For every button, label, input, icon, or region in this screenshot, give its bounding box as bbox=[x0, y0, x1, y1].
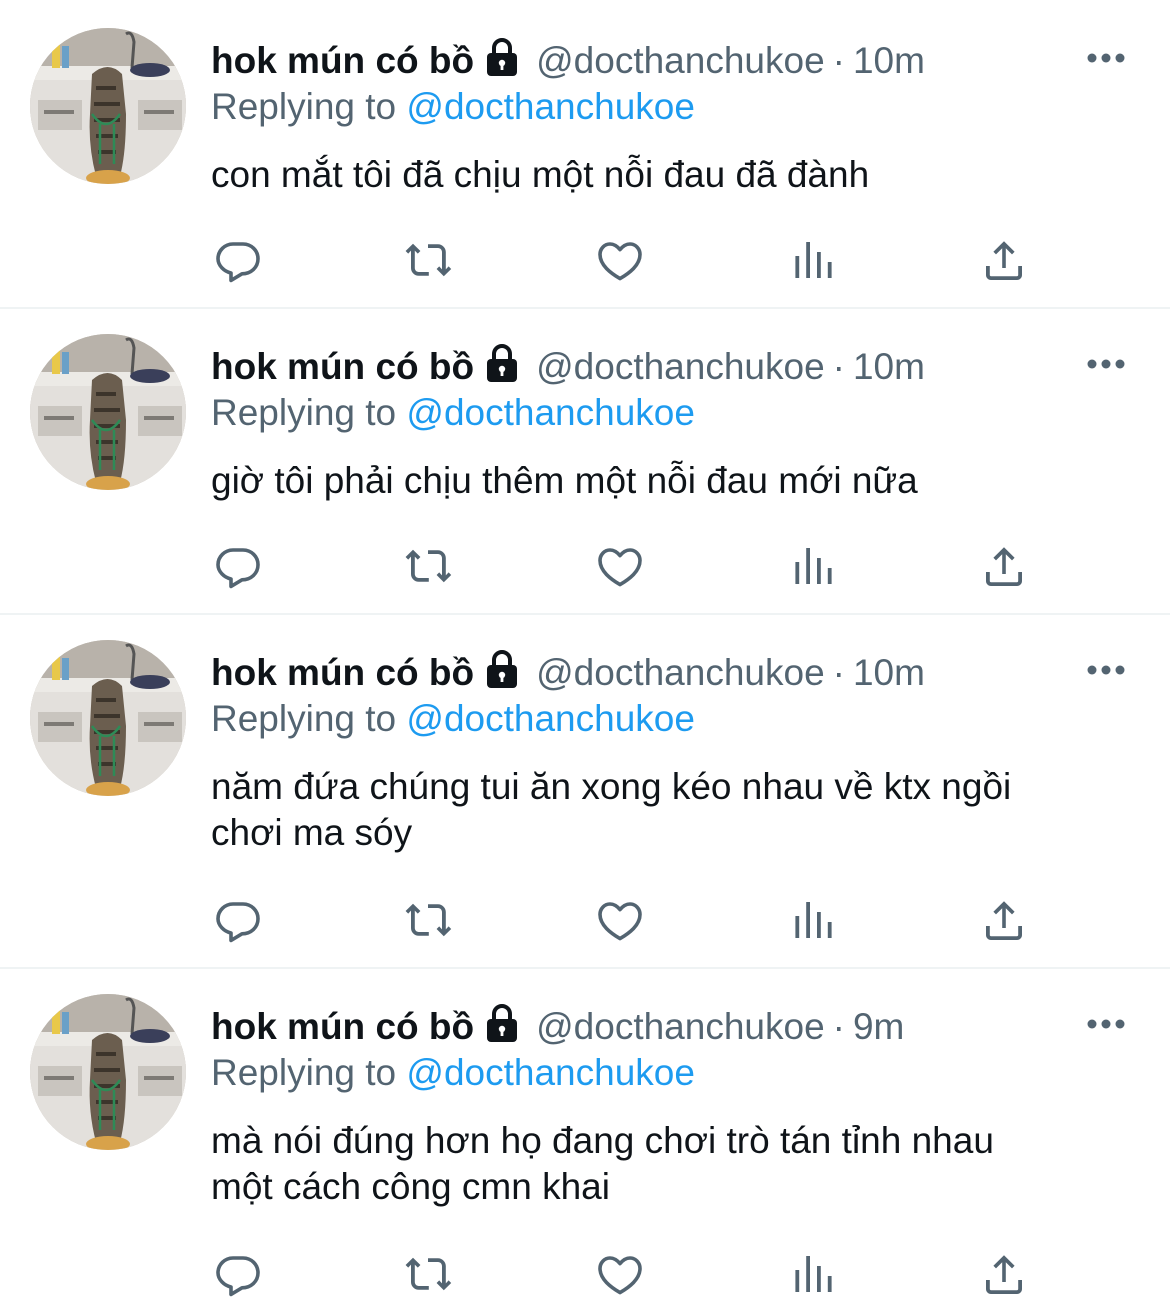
tweet-text-line: năm đứa chúng tui ăn xong kéo nhau về kt… bbox=[211, 766, 1012, 807]
divider bbox=[0, 613, 1170, 615]
replying-to: Replying to @docthanchukoe bbox=[211, 698, 695, 748]
replying-prefix: Replying to bbox=[211, 1052, 397, 1093]
like-icon[interactable] bbox=[596, 542, 644, 590]
retweet-icon[interactable] bbox=[404, 896, 452, 944]
tweet[interactable]: hok mún có bồ @docthanchukoe · 10m Reply… bbox=[0, 640, 1170, 966]
lock-icon bbox=[484, 650, 520, 690]
lock-icon bbox=[484, 1004, 520, 1044]
avatar[interactable] bbox=[30, 994, 186, 1150]
tweet-text-line: con mắt tôi đã chịu một nỗi đau đã đành bbox=[211, 154, 870, 195]
display-name[interactable]: hok mún có bồ bbox=[211, 652, 474, 694]
share-icon[interactable] bbox=[980, 236, 1028, 284]
like-icon[interactable] bbox=[596, 896, 644, 944]
more-icon[interactable] bbox=[1086, 354, 1126, 374]
timestamp[interactable]: 10m bbox=[853, 346, 925, 388]
divider bbox=[0, 967, 1170, 969]
avatar[interactable] bbox=[30, 28, 186, 184]
tweet-text-line: mà nói đúng hơn họ đang chơi trò tán tỉn… bbox=[211, 1120, 994, 1161]
more-icon[interactable] bbox=[1086, 48, 1126, 68]
reply-icon[interactable] bbox=[214, 1250, 262, 1298]
views-icon[interactable] bbox=[789, 896, 837, 944]
tweet-text: giờ tôi phải chịu thêm một nỗi đau mới n… bbox=[211, 458, 1131, 504]
views-icon[interactable] bbox=[789, 236, 837, 284]
lock-icon bbox=[484, 38, 520, 78]
tweet[interactable]: hok mún có bồ @docthanchukoe · 10m Reply… bbox=[0, 334, 1170, 612]
tweet-header: hok mún có bồ @docthanchukoe · 10m bbox=[211, 36, 925, 86]
display-name[interactable]: hok mún có bồ bbox=[211, 1006, 474, 1048]
timestamp[interactable]: 9m bbox=[853, 1006, 904, 1048]
replying-to: Replying to @docthanchukoe bbox=[211, 86, 695, 136]
action-bar bbox=[0, 542, 1170, 592]
share-icon[interactable] bbox=[980, 1250, 1028, 1298]
retweet-icon[interactable] bbox=[404, 1250, 452, 1298]
like-icon[interactable] bbox=[596, 236, 644, 284]
separator-dot: · bbox=[832, 346, 845, 387]
more-icon[interactable] bbox=[1086, 1014, 1126, 1034]
tweet-text: con mắt tôi đã chịu một nỗi đau đã đành bbox=[211, 152, 1131, 198]
mention-link[interactable]: @docthanchukoe bbox=[406, 1052, 695, 1093]
tweet-text: năm đứa chúng tui ăn xong kéo nhau về kt… bbox=[211, 764, 1131, 856]
separator-dot: · bbox=[832, 652, 845, 693]
share-icon[interactable] bbox=[980, 542, 1028, 590]
mention-link[interactable]: @docthanchukoe bbox=[406, 698, 695, 739]
replying-to: Replying to @docthanchukoe bbox=[211, 1052, 695, 1102]
reply-icon[interactable] bbox=[214, 896, 262, 944]
divider bbox=[0, 307, 1170, 309]
mention-link[interactable]: @docthanchukoe bbox=[406, 392, 695, 433]
tweet[interactable]: hok mún có bồ @docthanchukoe · 10m Reply… bbox=[0, 28, 1170, 306]
tweet-text-line: một cách công cmn khai bbox=[211, 1166, 610, 1207]
tweet-header: hok mún có bồ @docthanchukoe · 9m bbox=[211, 1002, 904, 1052]
replying-prefix: Replying to bbox=[211, 86, 397, 127]
user-handle[interactable]: @docthanchukoe bbox=[536, 40, 825, 82]
action-bar bbox=[0, 1250, 1170, 1300]
tweet-header: hok mún có bồ @docthanchukoe · 10m bbox=[211, 342, 925, 392]
tweet[interactable]: hok mún có bồ @docthanchukoe · 9m Replyi… bbox=[0, 994, 1170, 1308]
tweet-text-line: giờ tôi phải chịu thêm một nỗi đau mới n… bbox=[211, 460, 918, 501]
replying-prefix: Replying to bbox=[211, 392, 397, 433]
views-icon[interactable] bbox=[789, 1250, 837, 1298]
display-name[interactable]: hok mún có bồ bbox=[211, 40, 474, 82]
replying-to: Replying to @docthanchukoe bbox=[211, 392, 695, 442]
views-icon[interactable] bbox=[789, 542, 837, 590]
timestamp[interactable]: 10m bbox=[853, 652, 925, 694]
retweet-icon[interactable] bbox=[404, 542, 452, 590]
display-name[interactable]: hok mún có bồ bbox=[211, 346, 474, 388]
lock-icon bbox=[484, 344, 520, 384]
tweet-header: hok mún có bồ @docthanchukoe · 10m bbox=[211, 648, 925, 698]
reply-icon[interactable] bbox=[214, 236, 262, 284]
action-bar bbox=[0, 896, 1170, 946]
user-handle[interactable]: @docthanchukoe bbox=[536, 1006, 825, 1048]
avatar[interactable] bbox=[30, 640, 186, 796]
more-icon[interactable] bbox=[1086, 660, 1126, 680]
timestamp[interactable]: 10m bbox=[853, 40, 925, 82]
share-icon[interactable] bbox=[980, 896, 1028, 944]
retweet-icon[interactable] bbox=[404, 236, 452, 284]
reply-icon[interactable] bbox=[214, 542, 262, 590]
avatar[interactable] bbox=[30, 334, 186, 490]
user-handle[interactable]: @docthanchukoe bbox=[536, 652, 825, 694]
mention-link[interactable]: @docthanchukoe bbox=[406, 86, 695, 127]
like-icon[interactable] bbox=[596, 1250, 644, 1298]
tweet-text-line: chơi ma sóy bbox=[211, 812, 413, 853]
tweet-text: mà nói đúng hơn họ đang chơi trò tán tỉn… bbox=[211, 1118, 1131, 1210]
action-bar bbox=[0, 236, 1170, 286]
user-handle[interactable]: @docthanchukoe bbox=[536, 346, 825, 388]
separator-dot: · bbox=[832, 40, 845, 81]
separator-dot: · bbox=[832, 1006, 845, 1047]
replying-prefix: Replying to bbox=[211, 698, 397, 739]
